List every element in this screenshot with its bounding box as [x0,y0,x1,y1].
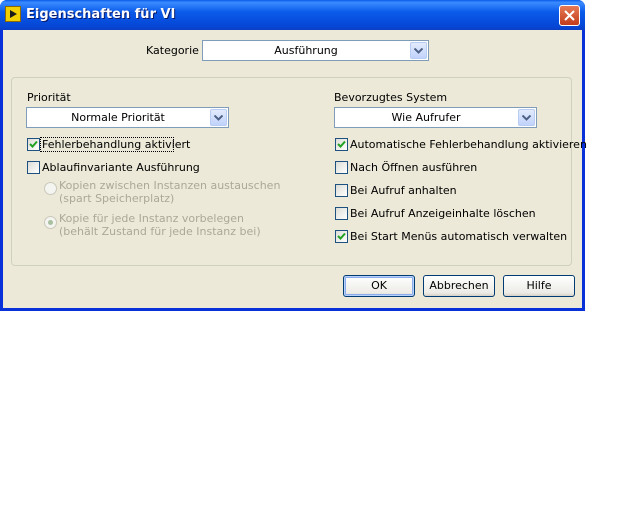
chevron-down-icon[interactable] [210,109,227,126]
preferred-system-label: Bevorzugtes System [334,91,448,104]
preferred-system-value: Wie Aufrufer [391,111,461,124]
reentrant-checkbox[interactable] [27,161,40,174]
priority-dropdown[interactable]: Normale Priorität [26,107,229,128]
clear-indicators-label[interactable]: Bei Aufruf Anzeigeinhalte löschen [350,207,536,220]
priority-label: Priorität [27,91,71,104]
preallocate-radio[interactable] [44,216,57,229]
chevron-down-icon[interactable] [410,42,427,59]
title-bar[interactable]: Eigenschaften für VI [0,0,585,30]
run-on-open-checkbox[interactable] [335,161,348,174]
checkmark-icon [337,232,346,240]
clear-indicators-checkbox[interactable] [335,207,348,220]
suspend-on-call-label[interactable]: Bei Aufruf anhalten [350,184,457,197]
category-dropdown[interactable]: Ausführung [202,40,429,61]
chevron-down-icon[interactable] [518,109,535,126]
share-copies-label-line1: Kopien zwischen Instanzen austauschen [59,179,281,192]
share-copies-radio[interactable] [44,182,57,195]
checkmark-icon [337,140,346,148]
category-value: Ausführung [274,44,338,57]
auto-error-handling-checkbox[interactable] [335,138,348,151]
checkmark-icon [29,140,38,148]
ok-button[interactable]: OK [343,275,415,297]
auto-menus-checkbox[interactable] [335,230,348,243]
cancel-button[interactable]: Abbrechen [423,275,495,297]
close-icon [564,10,575,21]
preallocate-label-line1: Kopie für jede Instanz vorbelegen [59,212,244,225]
close-button[interactable] [559,5,580,26]
run-on-open-label[interactable]: Nach Öffnen ausführen [350,161,477,174]
priority-value: Normale Priorität [71,111,165,124]
error-handling-checkbox[interactable] [27,138,40,151]
category-label: Kategorie [146,44,199,57]
preferred-system-dropdown[interactable]: Wie Aufrufer [334,107,537,128]
labview-vi-icon [5,6,21,22]
share-copies-label-line2: (spart Speicherplatz) [59,192,175,205]
help-button[interactable]: Hilfe [503,275,575,297]
suspend-on-call-checkbox[interactable] [335,184,348,197]
dialog-body: Kategorie Ausführung Priorität Normale P… [3,30,587,308]
properties-dialog: Eigenschaften für VI Kategorie Ausführun… [0,0,587,311]
auto-error-handling-label[interactable]: Automatische Fehlerbehandlung aktivieren [350,138,587,151]
radio-dot [48,220,53,225]
preallocate-label-line2: (behält Zustand für jede Instanz bei) [59,225,261,238]
window-title: Eigenschaften für VI [26,7,176,22]
error-handling-label[interactable]: Fehlerbehandlung aktiviert [42,138,190,151]
auto-menus-label[interactable]: Bei Start Menüs automatisch verwalten [350,230,567,243]
reentrant-label[interactable]: Ablaufinvariante Ausführung [42,161,200,174]
